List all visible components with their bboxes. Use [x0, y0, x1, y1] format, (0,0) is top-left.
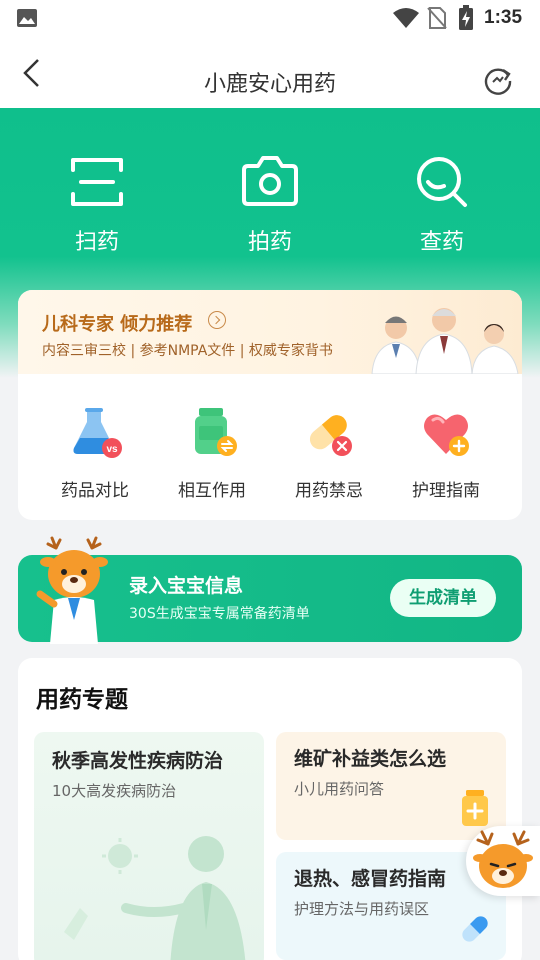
refresh-icon[interactable] — [482, 64, 514, 96]
floating-assistant-button[interactable] — [466, 826, 540, 896]
expert-card: 儿科专家 倾力推荐 内容三审三校 | 参考NMPA文件 | 权威专家背书 vs … — [18, 290, 522, 520]
no-sim-icon — [427, 7, 447, 29]
scan-label: 扫药 — [74, 230, 119, 255]
care-guide-label: 护理指南 — [412, 481, 480, 501]
scan-drug-button[interactable]: 扫药 — [37, 152, 157, 256]
deer-mascot-icon — [473, 830, 533, 888]
interaction-label: 相互作用 — [178, 481, 246, 501]
baby-info-subtitle: 30S生成宝宝专属常备药清单 — [129, 606, 310, 622]
care-guide-button[interactable]: 护理指南 — [396, 406, 496, 501]
page-title: 小鹿安心用药 — [203, 72, 336, 97]
bottle-exchange-icon — [195, 408, 237, 456]
contraindication-label: 用药禁忌 — [295, 481, 363, 501]
scan-icon — [71, 158, 123, 206]
flask-vs-icon: vs — [73, 408, 122, 458]
camera-icon — [242, 156, 298, 206]
contraindication-button[interactable]: 用药禁忌 — [279, 406, 379, 501]
baby-info-title: 录入宝宝信息 — [129, 575, 244, 597]
topic-title: 维矿补益类怎么选 — [294, 748, 447, 770]
status-bar: 1:35 — [0, 0, 540, 36]
medicine-bottle-icon — [462, 790, 488, 826]
expert-banner[interactable]: 儿科专家 倾力推荐 内容三审三校 | 参考NMPA文件 | 权威专家背书 — [18, 290, 522, 374]
search-drug-button[interactable]: 查药 — [382, 152, 502, 256]
search-label: 查药 — [419, 230, 464, 255]
topic-subtitle: 小儿用药问答 — [294, 780, 385, 798]
clock: 1:35 — [484, 7, 523, 28]
svg-text:vs: vs — [106, 444, 118, 455]
expert-subline: 内容三审三校 | 参考NMPA文件 | 权威专家背书 — [42, 343, 333, 359]
interaction-button[interactable]: 相互作用 — [162, 406, 262, 501]
expert-headline: 儿科专家 倾力推荐 — [42, 314, 193, 335]
photo-label: 拍药 — [247, 230, 292, 255]
topics-title: 用药专题 — [36, 687, 128, 713]
image-icon — [17, 9, 37, 27]
topic-title: 秋季高发性疾病防治 — [52, 750, 224, 772]
pill-capsule-icon — [462, 916, 488, 942]
search-icon — [417, 157, 467, 207]
heart-plus-icon — [424, 414, 469, 456]
topic-card-autumn[interactable]: 秋季高发性疾病防治 10大高发疾病防治 — [34, 732, 264, 960]
navigation-bar: 小鹿安心用药 — [0, 36, 540, 108]
topic-card-vitamins[interactable]: 维矿补益类怎么选 小儿用药问答 — [276, 732, 506, 840]
topic-subtitle: 10大高发疾病防治 — [52, 782, 177, 800]
photo-drug-button[interactable]: 拍药 — [210, 152, 330, 256]
drug-compare-button[interactable]: vs 药品对比 — [45, 406, 145, 501]
wifi-icon — [393, 8, 419, 28]
generate-list-button[interactable]: 生成清单 — [390, 579, 496, 617]
doctor-illustration — [64, 836, 246, 960]
doctors-illustration — [371, 308, 519, 374]
chevron-right-icon — [208, 311, 226, 329]
topics-section: 用药专题 秋季高发性疾病防治 10大高发疾病防治 维矿补益类怎么选 小儿用药问答… — [18, 658, 522, 960]
pill-forbidden-icon — [309, 415, 352, 456]
drug-compare-label: 药品对比 — [61, 481, 129, 501]
topic-subtitle: 护理方法与用药误区 — [294, 900, 430, 918]
topic-title: 退热、感冒药指南 — [294, 868, 447, 890]
deer-doctor-mascot — [36, 536, 108, 644]
battery-icon — [459, 5, 473, 30]
